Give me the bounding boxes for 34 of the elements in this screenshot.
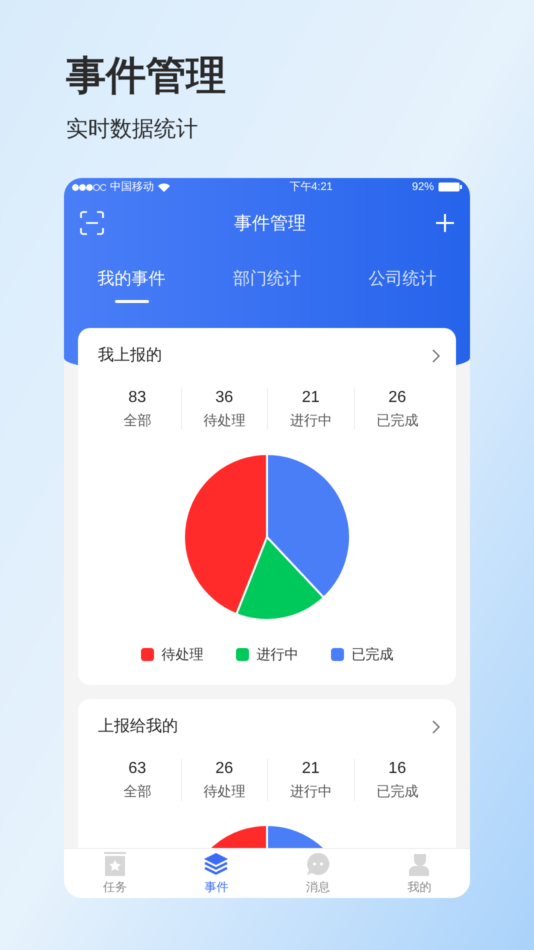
headline: 事件管理 xyxy=(66,53,227,100)
stat-label: 全部 xyxy=(123,411,152,430)
stat-value: 26 xyxy=(215,759,234,779)
card-title: 上报给我的 xyxy=(98,716,178,737)
stat-value: 16 xyxy=(388,759,406,779)
tab[interactable]: 部门统计 xyxy=(199,266,335,306)
nav-item[interactable]: 消息 xyxy=(267,849,368,898)
nav-item[interactable]: 事件 xyxy=(166,849,267,898)
tab[interactable]: 我的事件 xyxy=(64,266,200,306)
legend-label: 待处理 xyxy=(162,645,204,664)
card-title: 我上报的 xyxy=(98,346,162,366)
stat-value: 63 xyxy=(128,759,146,779)
clock: 下午4:21 xyxy=(289,180,333,195)
stat-value: 21 xyxy=(302,388,320,408)
stat-label: 进行中 xyxy=(290,411,332,430)
header-title: 事件管理 xyxy=(234,212,306,234)
stat-label: 待处理 xyxy=(203,782,246,801)
stat-label: 已完成 xyxy=(376,411,418,430)
stat-label: 已完成 xyxy=(376,782,418,801)
nav-item[interactable]: 任务 xyxy=(64,849,166,898)
carrier-name: 中国移动 xyxy=(110,180,154,195)
nav-item[interactable]: 我的 xyxy=(368,849,470,898)
stat-value: 21 xyxy=(302,759,320,779)
tab[interactable]: 公司统计 xyxy=(334,266,470,306)
stat-label: 待处理 xyxy=(203,411,246,430)
stat-value: 36 xyxy=(215,388,234,408)
stat-value: 83 xyxy=(128,388,146,408)
stat-value: 26 xyxy=(388,388,406,408)
stat-label: 全部 xyxy=(123,782,152,801)
legend-label: 已完成 xyxy=(352,645,394,664)
legend-label: 进行中 xyxy=(256,645,298,664)
stat-label: 进行中 xyxy=(290,782,332,801)
battery-percent: 92% xyxy=(412,180,434,195)
subtitle: 实时数据统计 xyxy=(66,115,199,143)
